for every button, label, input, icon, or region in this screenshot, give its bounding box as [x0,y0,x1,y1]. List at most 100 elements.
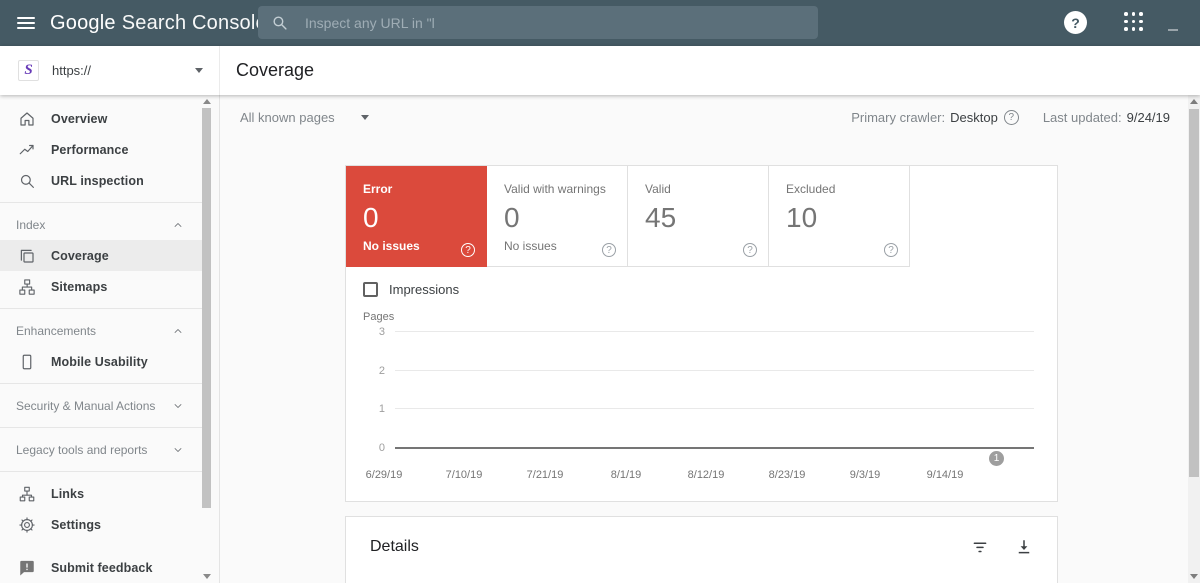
impressions-label: Impressions [389,282,459,297]
help-icon[interactable]: ? [884,243,898,257]
x-tick: 8/1/19 [594,469,658,481]
app-logo: Google Search Console [50,12,267,35]
main-content: All known pages Primary crawler: Desktop… [220,95,1200,583]
status-card-valid[interactable]: Valid 45 ? [628,166,769,267]
coverage-summary-card: Error 0 No issues ? Valid with warnings … [345,165,1058,502]
sidebar-scrollbar[interactable] [202,95,211,583]
feedback-icon [18,559,36,577]
filter-icon[interactable] [971,538,989,561]
details-card: Details [345,516,1058,583]
links-tree-icon [18,485,36,503]
hamburger-menu-icon[interactable] [17,14,35,32]
sidebar-item-links[interactable]: Links [0,478,203,509]
sidebar-divider [0,308,203,309]
toolbar-status: Primary crawler: Desktop ? Last updated:… [851,110,1170,125]
scope-filter-dropdown[interactable]: All known pages [240,110,369,125]
logo-google-text: Google [50,12,116,34]
x-tick: 6/29/19 [352,469,416,481]
chart-y-axis-label: Pages [363,311,394,323]
download-icon[interactable] [1015,538,1033,561]
x-tick: 7/21/19 [513,469,577,481]
sidebar-item-performance[interactable]: Performance [0,134,203,165]
search-icon [271,14,288,31]
status-row-filler [910,166,1057,267]
url-inspect-searchbox[interactable] [258,6,818,39]
page-title: Coverage [236,60,314,81]
url-inspect-input[interactable] [303,14,805,32]
scroll-down-arrow[interactable] [1190,574,1198,579]
property-favicon: S [18,60,39,81]
property-url: https:// [52,63,195,78]
sidebar-item-sitemaps[interactable]: Sitemaps [0,271,203,302]
chevron-down-icon [195,68,203,73]
help-button[interactable]: ? [1064,11,1087,34]
sitemap-tree-icon [18,278,36,296]
sidebar-section-enhancements[interactable]: Enhancements [0,315,203,346]
page-header-bar: S https:// Coverage [0,46,1200,95]
primary-crawler-label: Primary crawler: [851,110,945,125]
status-card-excluded[interactable]: Excluded 10 ? [769,166,910,267]
gridline-2: 2 [363,370,1040,372]
performance-chart-icon [18,141,36,159]
help-question-glyph: ? [1071,15,1080,31]
sidebar-item-mobile-usability[interactable]: Mobile Usability [0,346,203,377]
sidebar: Overview Performance URL inspection Inde… [0,95,220,583]
sidebar-section-index[interactable]: Index [0,209,203,240]
home-icon [18,110,36,128]
crawler-help-icon[interactable]: ? [1004,110,1019,125]
chevron-up-icon [172,219,184,231]
last-updated-value: 9/24/19 [1127,110,1170,125]
sidebar-item-settings[interactable]: Settings [0,509,203,540]
x-tick: 7/10/19 [432,469,496,481]
sidebar-section-legacy-tools[interactable]: Legacy tools and reports [0,434,203,465]
sidebar-item-coverage[interactable]: Coverage [0,240,203,271]
sidebar-divider [0,383,203,384]
sidebar-divider [0,202,203,203]
chevron-down-icon [361,115,369,120]
x-tick: 8/23/19 [755,469,819,481]
coverage-pages-icon [18,247,36,265]
scroll-up-arrow[interactable] [203,99,211,104]
x-tick: 9/3/19 [833,469,897,481]
primary-crawler-value: Desktop [950,110,998,125]
status-card-valid-with-warnings[interactable]: Valid with warnings 0 No issues ? [487,166,628,267]
impressions-checkbox[interactable] [363,282,378,297]
report-toolbar: All known pages Primary crawler: Desktop… [220,95,1200,139]
sidebar-section-security-manual-actions[interactable]: Security & Manual Actions [0,390,203,421]
chevron-up-icon [172,325,184,337]
impressions-toggle[interactable]: Impressions [363,282,1057,297]
sidebar-item-overview[interactable]: Overview [0,103,203,134]
details-title: Details [370,538,419,583]
magnifier-icon [18,172,36,190]
status-card-error[interactable]: Error 0 No issues ? [346,166,487,267]
main-scrollbar[interactable] [1188,95,1200,583]
logo-product-text: Search Console [122,12,267,34]
sidebar-item-url-inspection[interactable]: URL inspection [0,165,203,196]
top-app-bar: Google Search Console ? [0,0,1200,46]
gridline-1: 1 [363,408,1040,410]
last-updated-label: Last updated: [1043,110,1122,125]
sidebar-divider [0,471,203,472]
gridline-3: 3 [363,331,1040,333]
help-icon[interactable]: ? [602,243,616,257]
mobile-phone-icon [18,353,36,371]
sidebar-item-submit-feedback[interactable]: Submit feedback [0,552,203,583]
google-apps-grid-icon[interactable] [1124,12,1144,32]
x-tick: 9/14/19 [913,469,977,481]
sidebar-divider [0,427,203,428]
chevron-down-icon [172,400,184,412]
zero-baseline-error-series: 0 [363,447,1040,449]
chart-annotation-badge[interactable]: 1 [989,451,1004,466]
chevron-down-icon [172,444,184,456]
help-icon[interactable]: ? [461,243,475,257]
gear-icon [18,516,36,534]
property-selector[interactable]: S https:// [0,46,220,95]
avatar-placeholder[interactable] [1168,29,1178,31]
main-scrollbar-thumb[interactable] [1189,109,1199,477]
x-tick: 8/12/19 [674,469,738,481]
scroll-down-arrow[interactable] [203,574,211,579]
scroll-up-arrow[interactable] [1190,99,1198,104]
sidebar-scrollbar-thumb[interactable] [202,108,211,508]
status-card-row: Error 0 No issues ? Valid with warnings … [346,166,1057,267]
help-icon[interactable]: ? [743,243,757,257]
